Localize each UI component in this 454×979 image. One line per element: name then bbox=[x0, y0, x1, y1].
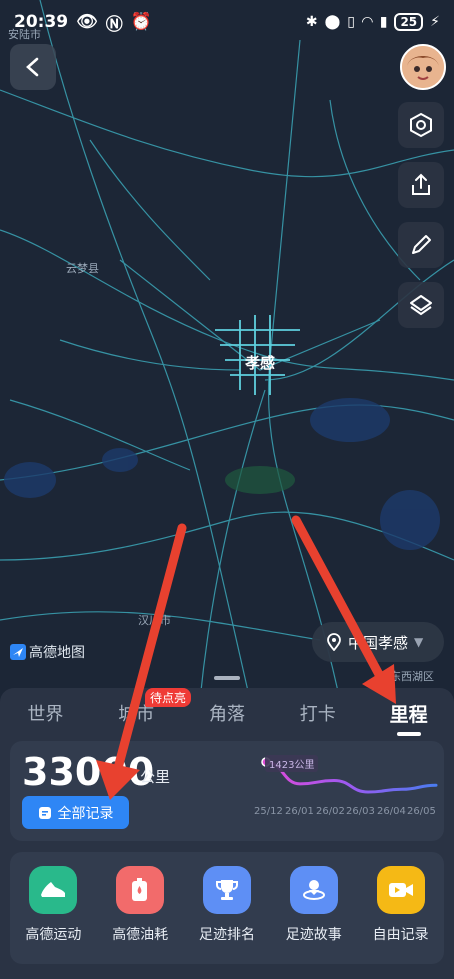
annotation-arrows bbox=[96, 515, 396, 800]
annotation-arrow-left bbox=[96, 523, 187, 800]
annotation-arrow-right bbox=[291, 515, 396, 704]
